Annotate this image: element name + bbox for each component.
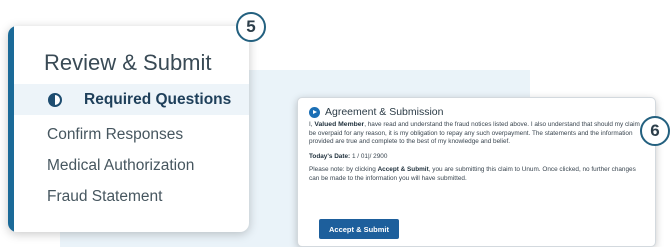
nav-item-label: Confirm Responses [47,125,184,143]
step-badge-5: 5 [236,12,266,42]
nav-heading: Review & Submit [44,50,212,75]
todays-date: Today's Date: 1 / 01|/ 2900 [309,153,645,160]
nav-item-fraud-statement[interactable]: Fraud Statement [14,181,249,212]
date-value: 1 / 01|/ 2900 [351,153,388,161]
date-label: Today's Date: [309,153,351,161]
nav-item-confirm-responses[interactable]: Confirm Responses [14,119,249,150]
agreement-title: Agreement & Submission [309,106,645,118]
nav-item-medical-authorization[interactable]: Medical Authorization [14,150,249,181]
half-circle-icon [48,92,62,107]
play-circle-icon [309,106,320,118]
note-action: Accept & Submit [377,166,429,174]
nav-item-label: Medical Authorization [47,156,195,174]
accept-submit-button[interactable]: Accept & Submit [319,219,399,239]
nav-list: Required Questions Confirm Responses Med… [14,84,249,212]
agreement-title-text: Agreement & Submission [325,106,444,118]
note-prefix: Please note: by clicking [309,166,378,174]
agreement-statement: I, Valued Member, have read and understa… [309,121,645,147]
submit-note: Please note: by clicking Accept & Submit… [309,166,645,183]
nav-item-label: Required Questions [84,90,232,108]
agreement-card: Agreement & Submission I, Valued Member,… [297,97,656,247]
review-submit-nav: Review & Submit Required Questions Confi… [8,26,249,232]
nav-item-label: Fraud Statement [47,187,163,205]
nav-item-required-questions[interactable]: Required Questions [14,84,249,115]
step-badge-6: 6 [640,116,670,146]
member-name: Valued Member [314,121,365,128]
